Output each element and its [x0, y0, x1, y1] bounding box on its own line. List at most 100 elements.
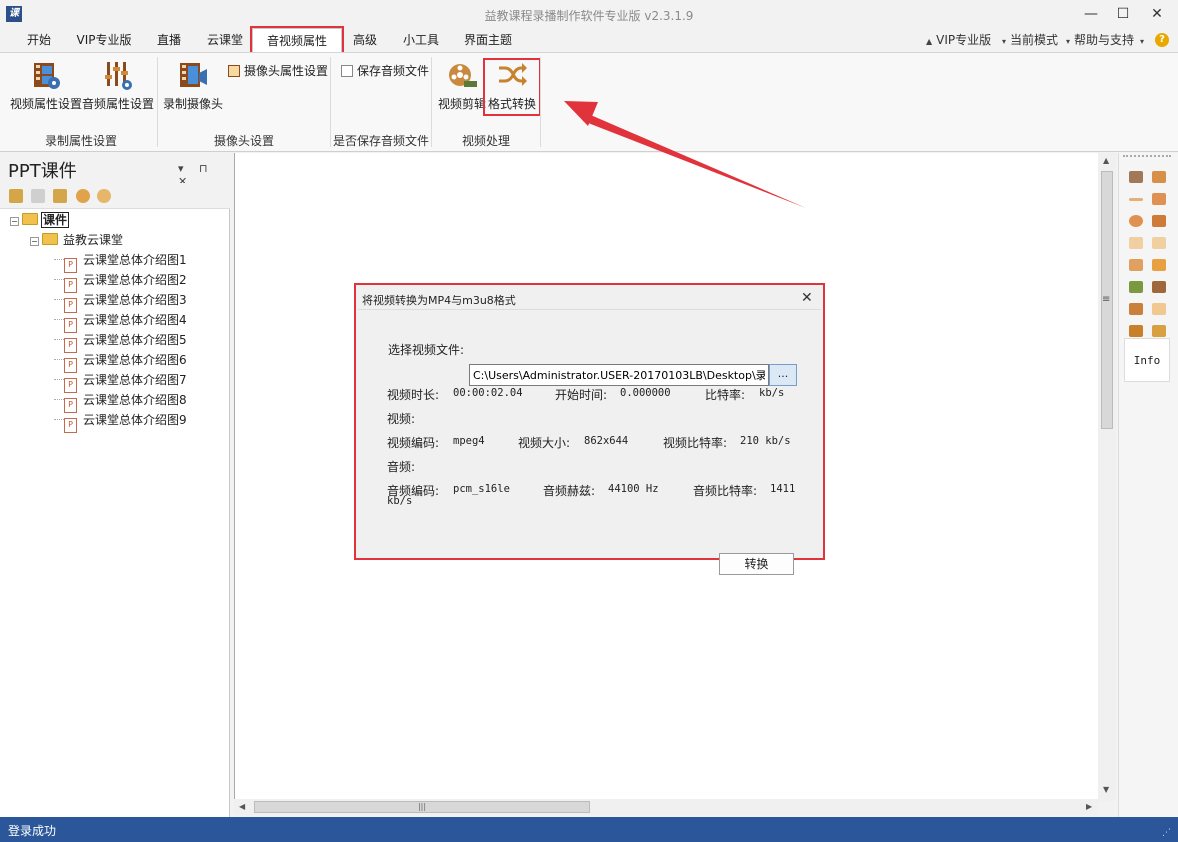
caret-down-icon: ▾: [1066, 37, 1071, 46]
convert-button[interactable]: 转换: [719, 553, 794, 575]
bitrate-label: 比特率:: [705, 388, 746, 402]
camera-settings-icon: [228, 65, 240, 77]
tree-item[interactable]: P 云课堂总体介绍图2: [54, 270, 187, 293]
undo-tool-icon[interactable]: [1129, 303, 1143, 315]
video-edit-button[interactable]: 视频剪辑: [437, 59, 487, 117]
tab-vip[interactable]: VIP专业版: [72, 28, 136, 52]
format-convert-highlight: [483, 58, 541, 116]
video-props-button[interactable]: 视频属性设置: [10, 59, 82, 117]
angle-tool-icon[interactable]: [1152, 237, 1166, 249]
tree-root-label: 课件: [41, 212, 70, 228]
tab-advanced[interactable]: 高级: [346, 28, 384, 52]
folder-open-icon: [22, 213, 38, 225]
fill-tool-icon[interactable]: [1152, 259, 1166, 271]
page-tool-icon[interactable]: [1129, 325, 1143, 337]
tree-item-label: 云课堂总体介绍图2: [83, 273, 187, 287]
tree-item[interactable]: P 云课堂总体介绍图5: [54, 330, 187, 353]
collapse-icon[interactable]: −: [10, 217, 19, 226]
camera-props-button[interactable]: 摄像头属性设置: [228, 62, 328, 79]
line-tool-icon[interactable]: [1129, 198, 1143, 201]
maximize-button[interactable]: ☐: [1106, 4, 1140, 24]
highlighter-tool-icon[interactable]: [1129, 259, 1143, 271]
help-menu[interactable]: ▾ 帮助与支持: [1066, 28, 1134, 52]
dialog-body: 选择视频文件: ... 视频时长: 00:00:02.04 开始时间: 0.00…: [358, 309, 821, 575]
dialog-close-button[interactable]: ✕: [801, 290, 813, 306]
tree-item[interactable]: P 云课堂总体介绍图4: [54, 310, 187, 333]
strip-grip: [1123, 155, 1171, 157]
tree-item[interactable]: P 云课堂总体介绍图1: [54, 250, 187, 273]
audio-rate-label: 音频赫兹:: [543, 484, 596, 498]
film-settings-icon: [30, 59, 62, 91]
help-caret[interactable]: ▾: [1140, 28, 1148, 52]
tab-cloud-class[interactable]: 云课堂: [202, 28, 248, 52]
select-file-label: 选择视频文件:: [388, 343, 465, 357]
horizontal-scroll-thumb[interactable]: |||: [254, 801, 590, 813]
browse-button[interactable]: ...: [769, 364, 797, 386]
scroll-down-icon[interactable]: ▼: [1103, 785, 1109, 794]
ellipse-tool-icon[interactable]: [1129, 215, 1143, 227]
horizontal-scrollbar[interactable]: ◀ ||| ▶: [234, 799, 1098, 815]
tab-audio-video-props[interactable]: 音视频属性: [250, 26, 344, 54]
ruler-tool-icon[interactable]: [1152, 325, 1166, 337]
video-bitrate-label: 视频比特率:: [663, 436, 728, 450]
redo-tool-icon[interactable]: [1152, 303, 1166, 315]
tree-item[interactable]: P 云课堂总体介绍图8: [54, 390, 187, 413]
remove-ppt-icon[interactable]: [31, 189, 45, 203]
help-menu-label: 帮助与支持: [1074, 33, 1135, 47]
tab-start[interactable]: 开始: [20, 28, 58, 52]
scroll-up-icon[interactable]: ▲: [1103, 156, 1109, 165]
status-text: 登录成功: [8, 824, 57, 838]
add-folder-icon[interactable]: [53, 189, 67, 203]
ppt-file-icon: P: [64, 418, 77, 433]
disable-icon[interactable]: [97, 189, 111, 203]
tab-theme[interactable]: 界面主题: [458, 28, 518, 52]
vertical-scrollbar[interactable]: ▲ ≡ ▼: [1098, 153, 1116, 801]
info-button[interactable]: Info: [1124, 338, 1170, 382]
video-codec-label: 视频编码:: [387, 436, 440, 450]
group-label-camera: 摄像头设置: [213, 134, 274, 148]
rectangle-tool-icon[interactable]: [1152, 193, 1166, 205]
tree-root[interactable]: − 课件: [10, 210, 70, 230]
tree-item-label: 云课堂总体介绍图1: [83, 253, 187, 267]
resize-grip-icon[interactable]: ⋰: [1162, 828, 1171, 838]
save-audio-checkbox[interactable]: 保存音频文件: [341, 62, 429, 79]
video-file-input[interactable]: [469, 364, 769, 386]
tab-live[interactable]: 直播: [150, 28, 188, 52]
audio-props-button[interactable]: 音频属性设置: [82, 59, 154, 117]
minimize-button[interactable]: —: [1074, 4, 1108, 24]
tree-item[interactable]: P 云课堂总体介绍图3: [54, 290, 187, 313]
pointer-tool-icon[interactable]: [1129, 171, 1143, 183]
axis-tool-icon[interactable]: [1129, 237, 1143, 249]
vip-menu[interactable]: ▲ VIP专业版: [926, 28, 991, 52]
scroll-right-icon[interactable]: ▶: [1086, 802, 1092, 811]
tree-item[interactable]: P 云课堂总体介绍图6: [54, 350, 187, 373]
info-icon[interactable]: [76, 189, 90, 203]
insert-image-tool-icon[interactable]: [1129, 281, 1143, 293]
save-audio-label: 保存音频文件: [357, 64, 430, 78]
mode-menu[interactable]: ▾ 当前模式: [1002, 28, 1058, 52]
audio-mixer-icon: [102, 59, 134, 91]
add-ppt-icon[interactable]: [9, 189, 23, 203]
scroll-grip-icon: ≡: [1102, 294, 1111, 305]
title-bar: 课 益教课程录播制作软件专业版 v2.3.1.9 — ☐ ✕: [0, 0, 1178, 28]
trash-tool-icon[interactable]: [1152, 281, 1166, 293]
bitrate-value: kb/s: [759, 387, 785, 399]
close-window-button[interactable]: ✕: [1140, 4, 1174, 24]
eraser-tool-icon[interactable]: [1152, 215, 1166, 227]
caret-down-icon: ▾: [1002, 37, 1007, 46]
collapse-icon[interactable]: −: [30, 237, 39, 246]
tree-folder[interactable]: − 益教云课堂: [30, 230, 123, 250]
scroll-left-icon[interactable]: ◀: [239, 802, 245, 811]
tree-folder-label: 益教云课堂: [63, 233, 124, 247]
tree-item[interactable]: P 云课堂总体介绍图7: [54, 370, 187, 393]
mode-menu-label: 当前模式: [1010, 33, 1059, 47]
pen-tool-icon[interactable]: [1152, 171, 1166, 183]
tab-tools[interactable]: 小工具: [398, 28, 444, 52]
tree-item-label: 云课堂总体介绍图3: [83, 293, 187, 307]
tree-item[interactable]: P 云课堂总体介绍图9: [54, 410, 187, 433]
help-icon[interactable]: ?: [1155, 33, 1169, 47]
start-time-value: 0.000000: [620, 387, 671, 399]
caret-down-icon: ▾: [1140, 37, 1145, 46]
audio-props-label: 音频属性设置: [82, 97, 155, 111]
record-camera-button[interactable]: 录制摄像头: [162, 59, 224, 117]
